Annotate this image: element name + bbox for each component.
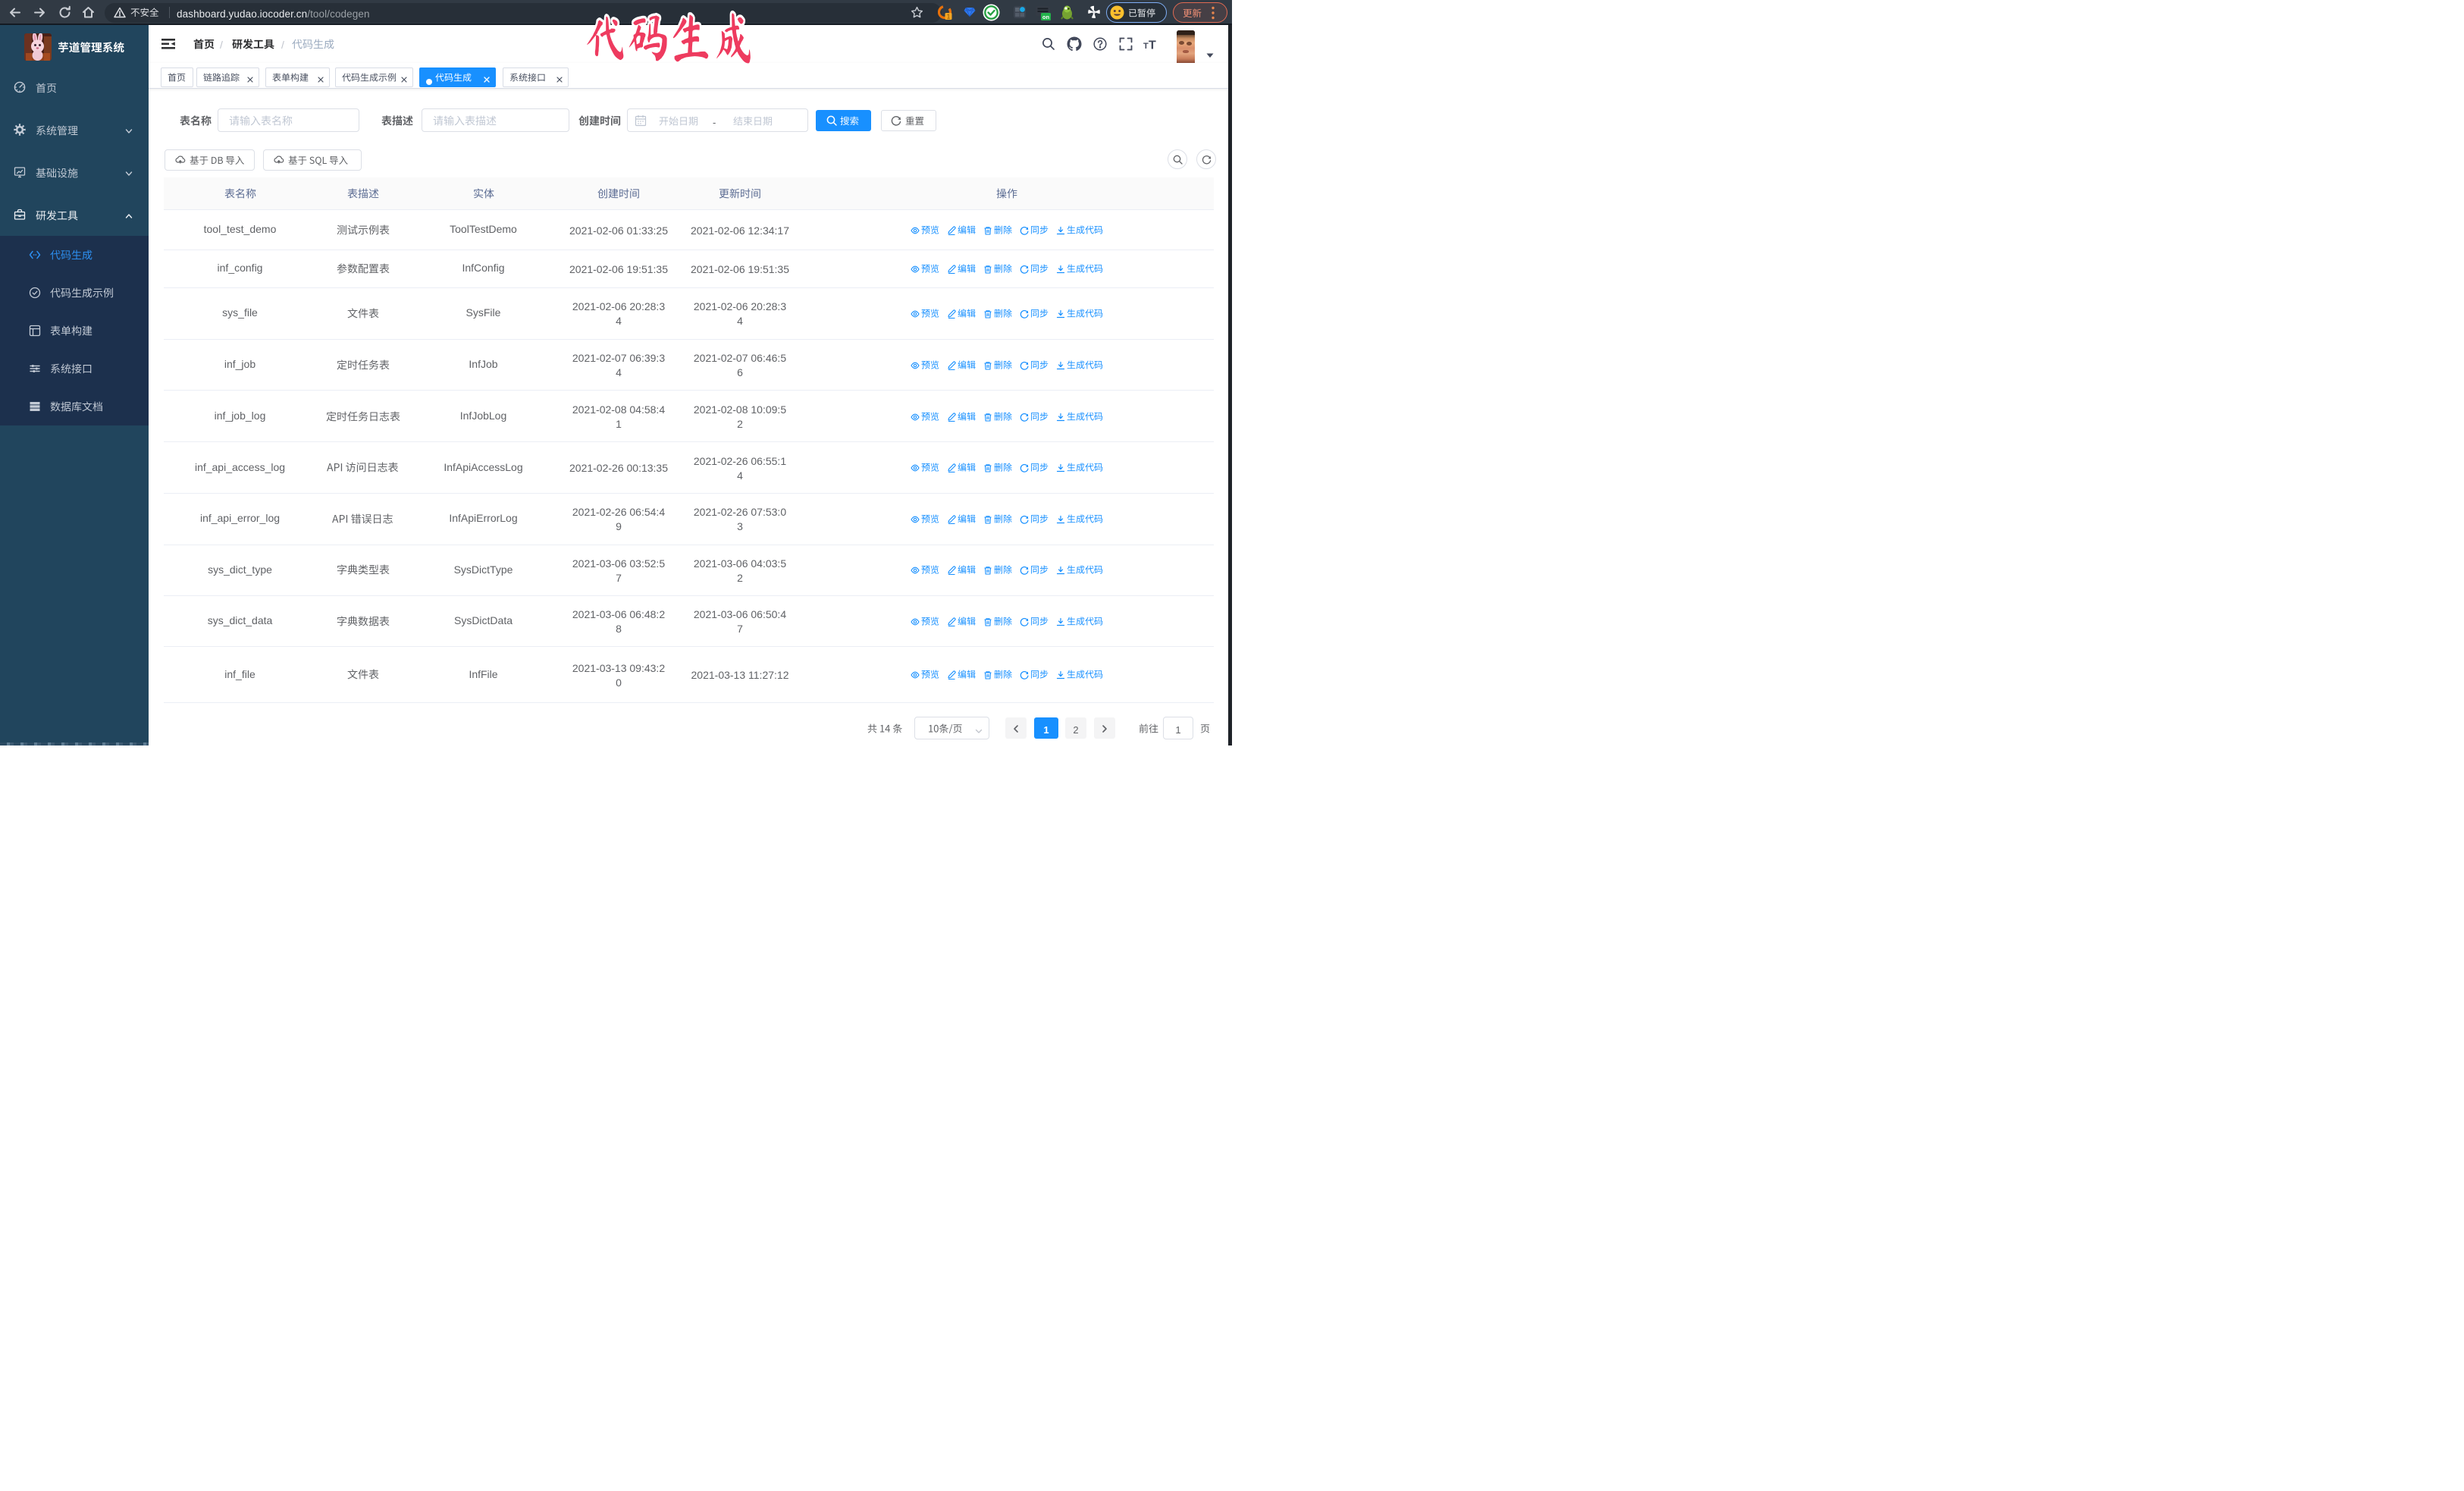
svg-text:1: 1 (947, 13, 951, 20)
svg-text:on: on (1042, 14, 1050, 20)
svg-text:T: T (1143, 42, 1149, 51)
svg-text:T: T (1149, 39, 1156, 52)
